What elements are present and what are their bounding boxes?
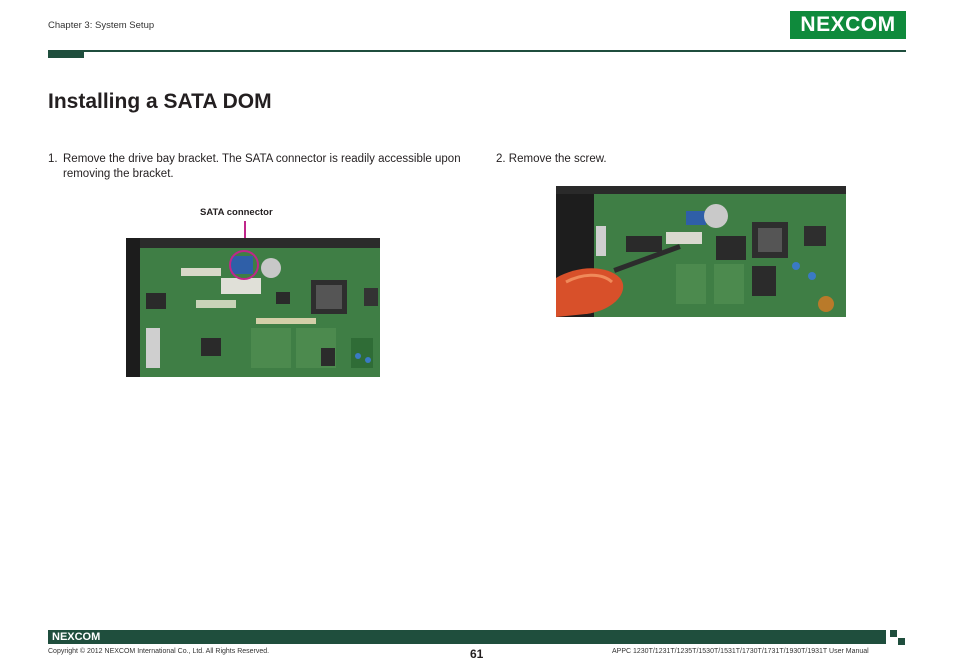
step-1-text: Remove the drive bay bracket. The SATA c… [63, 153, 461, 180]
step-2-text: Remove the screw. [508, 153, 607, 165]
manual-title: APPC 1230T/1231T/1235T/1530T/1531T/1730T… [612, 648, 869, 655]
footer-square-icon [890, 630, 897, 637]
nexcom-logo: NEXCOM [790, 11, 906, 39]
footer-square-icon [898, 638, 905, 645]
footer-bar [48, 630, 886, 644]
chapter-label: Chapter 3: System Setup [48, 20, 155, 31]
step-2-number: 2. [496, 153, 506, 165]
motherboard-photo-1 [126, 238, 380, 377]
page-number: 61 [470, 647, 484, 661]
step-2: 2. Remove the screw. [496, 152, 607, 167]
header-rule [48, 50, 906, 52]
sata-connector-callout: SATA connector [200, 207, 273, 218]
motherboard-photo-2 [556, 186, 846, 317]
step-1: 1. Remove the drive bay bracket. The SAT… [48, 152, 468, 182]
copyright-text: Copyright © 2012 NEXCOM International Co… [48, 648, 270, 655]
step-1-number: 1. [48, 153, 58, 165]
page-title: Installing a SATA DOM [48, 90, 272, 113]
header-tab [48, 50, 84, 58]
footer-logo: NEXCOM [52, 631, 101, 643]
footer-square-icon [890, 638, 897, 645]
